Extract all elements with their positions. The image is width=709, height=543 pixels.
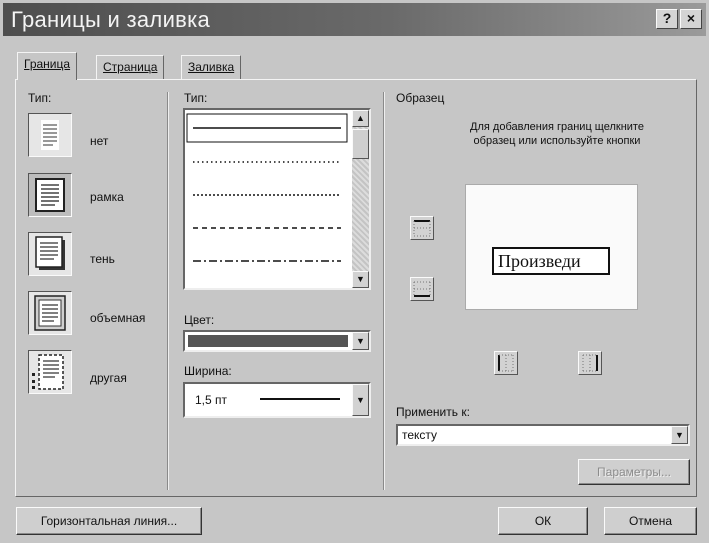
box-border-icon <box>35 178 65 212</box>
top-border-button[interactable] <box>410 216 434 240</box>
preview-hint: Для добавления границ щелкните образец и… <box>470 121 644 147</box>
scroll-down-icon[interactable]: ▼ <box>352 271 369 288</box>
right-border-button[interactable] <box>578 351 602 375</box>
preset-shadow[interactable] <box>28 232 72 276</box>
line-style-scrollbar[interactable]: ▲ ▼ <box>352 110 369 288</box>
preview-group-label: Образец <box>396 91 445 105</box>
apply-to-label: Применить к: <box>396 405 470 419</box>
left-border-button[interactable] <box>494 351 518 375</box>
3d-border-icon <box>34 295 66 331</box>
window-title: Границы и заливка <box>11 7 211 32</box>
preview-area[interactable]: Произведи <box>465 184 638 310</box>
no-border-icon <box>41 120 59 150</box>
preset-none[interactable] <box>28 113 72 157</box>
shadow-border-icon <box>35 236 65 270</box>
line-style-options <box>186 113 348 262</box>
chevron-down-icon[interactable]: ▼ <box>352 384 369 416</box>
preview-sample: Произведи <box>492 247 610 275</box>
help-button[interactable]: ? <box>656 9 678 29</box>
scroll-thumb[interactable] <box>352 129 369 159</box>
apply-to-value: тексту <box>402 428 438 442</box>
horizontal-line-button[interactable]: Горизонтальная линия... <box>16 507 202 535</box>
bottom-border-button[interactable] <box>410 277 434 301</box>
preset-box-label: рамка <box>90 190 124 204</box>
width-label: Ширина: <box>184 364 232 378</box>
color-swatch <box>188 335 348 347</box>
left-border-icon <box>498 354 514 372</box>
scroll-up-icon[interactable]: ▲ <box>352 110 369 127</box>
top-border-icon <box>413 220 431 237</box>
preset-box[interactable] <box>28 173 72 217</box>
tab-page-border[interactable]: Страница <box>96 55 165 79</box>
preset-3d-label: объемная <box>90 311 146 325</box>
ok-button[interactable]: ОК <box>498 507 588 535</box>
separator <box>383 92 384 490</box>
tab-shading[interactable]: Заливка <box>181 55 242 79</box>
style-label: Тип: <box>184 91 208 105</box>
borders-and-shading-dialog: Границы и заливка ? × Граница Страница З… <box>0 0 709 543</box>
apply-to-select[interactable]: тексту ▼ <box>396 424 690 446</box>
separator <box>167 92 168 490</box>
color-select[interactable]: ▼ <box>183 330 371 352</box>
close-button[interactable]: × <box>680 9 702 29</box>
chevron-down-icon[interactable]: ▼ <box>671 426 688 444</box>
title-bar[interactable]: Границы и заливка ? × <box>3 3 706 36</box>
width-select[interactable]: 1,5 пт ▼ <box>183 382 371 418</box>
preset-none-label: нет <box>90 134 109 148</box>
width-sample-line <box>260 398 340 400</box>
line-style-list[interactable]: ▲ ▼ <box>183 108 371 290</box>
options-button[interactable]: Параметры... <box>578 459 690 485</box>
preset-shadow-label: тень <box>90 252 115 266</box>
tab-borders[interactable]: Граница <box>17 52 78 80</box>
right-border-icon <box>582 354 598 372</box>
chevron-down-icon[interactable]: ▼ <box>352 332 369 350</box>
preset-3d[interactable] <box>28 291 72 335</box>
bottom-border-icon <box>413 281 431 297</box>
color-label: Цвет: <box>184 313 215 327</box>
setting-label: Тип: <box>28 91 52 105</box>
custom-border-icon <box>32 354 64 390</box>
preset-custom[interactable] <box>28 350 72 394</box>
cancel-button[interactable]: Отмена <box>604 507 697 535</box>
width-value: 1,5 пт <box>195 393 228 407</box>
preset-custom-label: другая <box>90 371 127 385</box>
